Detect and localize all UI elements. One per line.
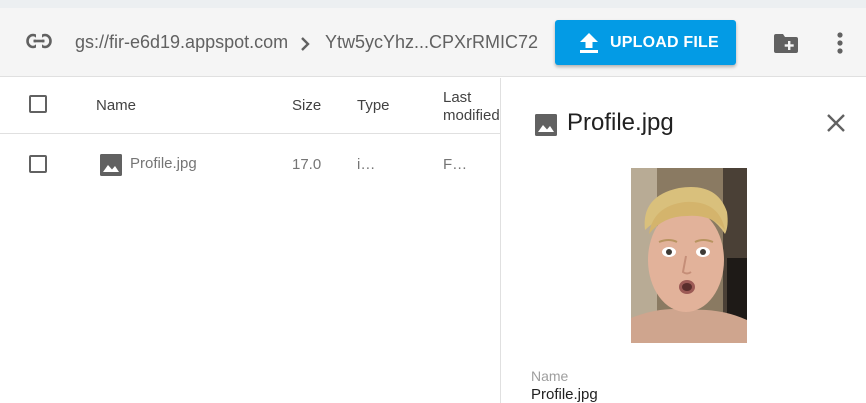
create-folder-icon[interactable]: [774, 34, 798, 53]
file-list: Name Size Type Last modified Profile.jpg…: [0, 78, 500, 403]
column-header-modified[interactable]: modified: [443, 107, 500, 124]
file-list-header: Name Size Type Last modified: [0, 78, 500, 134]
storage-toolbar: gs://fir-e6d19.appspot.com Ytw5ycYhz...C…: [0, 8, 866, 77]
chevron-right-icon: [301, 37, 310, 51]
detail-title: Profile.jpg: [567, 109, 674, 136]
column-header-last[interactable]: Last: [443, 89, 471, 106]
file-preview-image: [631, 168, 747, 343]
close-icon[interactable]: [827, 114, 845, 132]
preview-photo: [631, 168, 747, 343]
image-icon: [535, 114, 557, 136]
select-all-checkbox[interactable]: [29, 95, 47, 113]
upload-icon: [580, 33, 598, 53]
table-row[interactable]: Profile.jpg 17.0 i… F…: [0, 134, 500, 191]
top-strip: [0, 0, 866, 8]
row-file-type: i…: [357, 156, 376, 173]
more-vert-icon[interactable]: [837, 32, 843, 54]
upload-file-label: UPLOAD FILE: [610, 34, 719, 51]
row-file-modified: F…: [443, 156, 468, 173]
column-header-type[interactable]: Type: [357, 97, 390, 114]
image-icon: [100, 154, 122, 176]
detail-name-label: Name: [531, 368, 569, 384]
link-icon[interactable]: [26, 33, 52, 49]
row-file-size: 17.0: [292, 156, 322, 173]
bucket-path-link[interactable]: gs://fir-e6d19.appspot.com: [75, 32, 288, 53]
row-file-name[interactable]: Profile.jpg: [130, 155, 197, 172]
column-header-size[interactable]: Size: [292, 97, 321, 114]
row-checkbox[interactable]: [29, 155, 47, 173]
current-folder-path[interactable]: Ytw5ycYhz...CPXrRMIC72: [325, 32, 538, 53]
file-detail-panel: Profile.jpg Name Profile.jpg: [500, 78, 866, 403]
upload-file-button[interactable]: UPLOAD FILE: [555, 20, 736, 65]
detail-name-value: Profile.jpg: [531, 386, 598, 403]
column-header-name[interactable]: Name: [96, 97, 136, 114]
